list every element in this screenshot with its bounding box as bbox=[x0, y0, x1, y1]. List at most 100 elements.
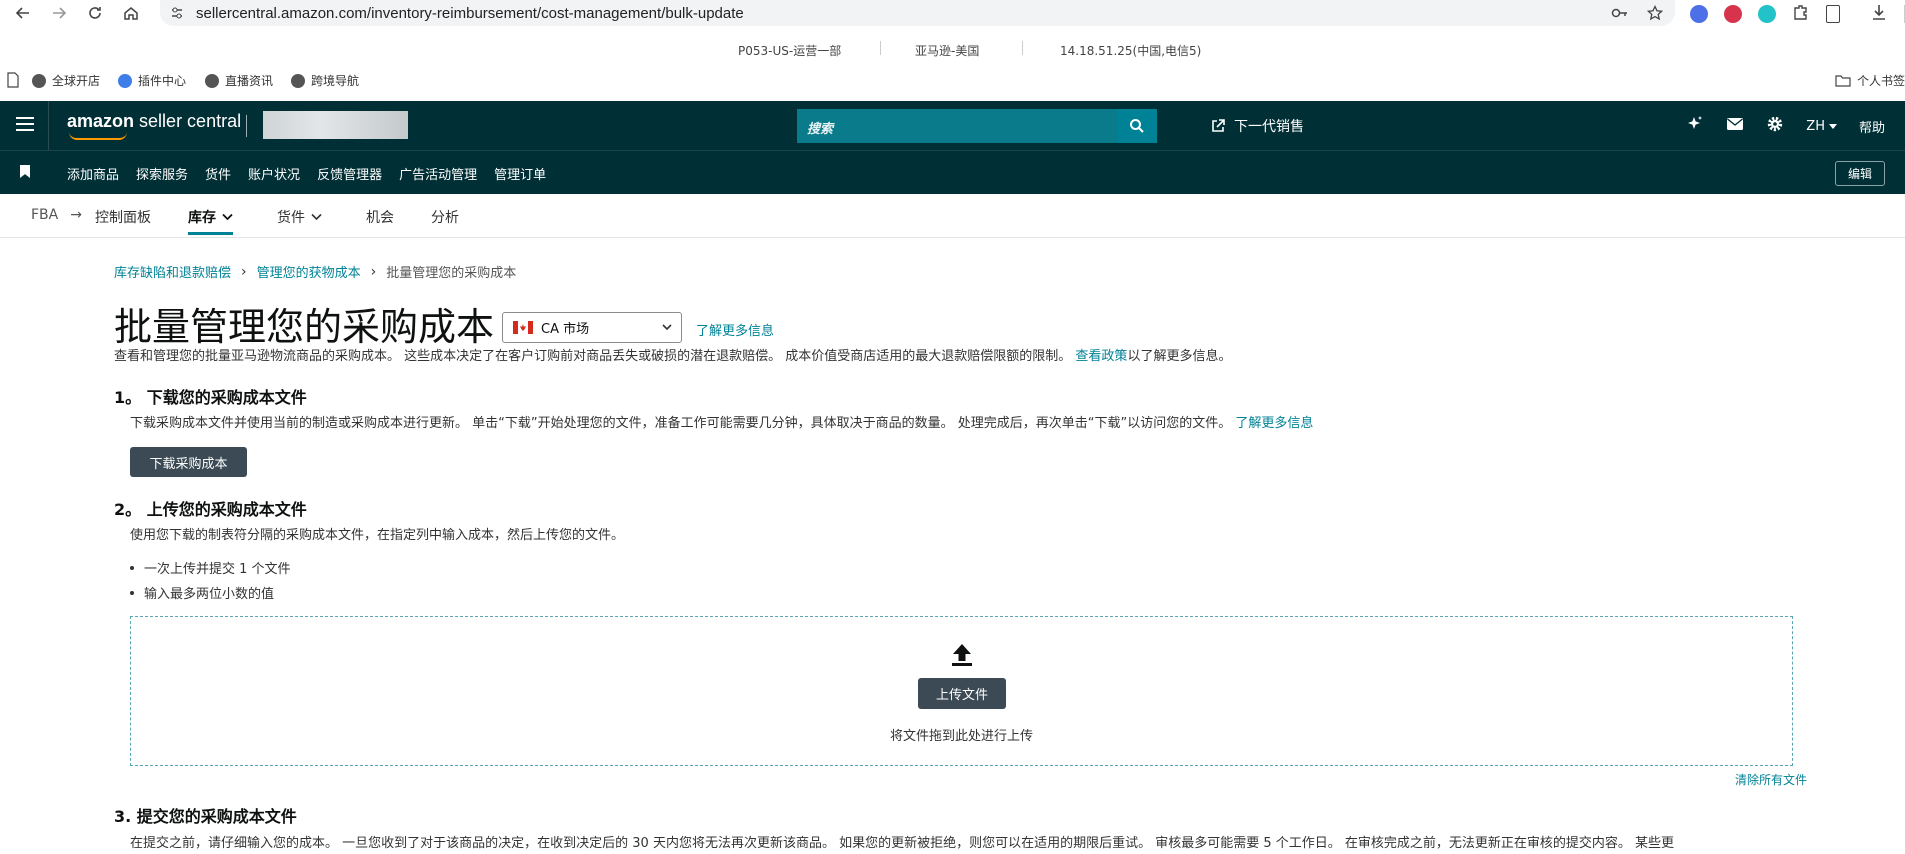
list-item: 输入最多两位小数的值 bbox=[130, 583, 291, 602]
next-gen-selling-link[interactable]: 下一代销售 bbox=[1210, 116, 1304, 136]
tab-dashboard[interactable]: 控制面板 bbox=[95, 207, 151, 227]
external-link-icon bbox=[1212, 119, 1225, 132]
step1-title: 1。 下载您的采购成本文件 bbox=[114, 388, 307, 407]
learn-more-link[interactable]: 了解更多信息 bbox=[696, 320, 774, 339]
arrow-right-icon: → bbox=[70, 207, 82, 223]
search-button[interactable] bbox=[1117, 109, 1157, 143]
globe-icon bbox=[205, 73, 219, 88]
account-switcher[interactable] bbox=[263, 111, 408, 139]
view-policy-link[interactable]: 查看政策 bbox=[1075, 349, 1127, 364]
description-text: 查看和管理您的批量亚马逊物流商品的采购成本。 这些成本决定了在客户订购前对商品丢… bbox=[114, 349, 1072, 364]
bookmark-item-plugins[interactable]: 插件中心 bbox=[118, 72, 186, 89]
bookmark-icon[interactable] bbox=[20, 165, 30, 178]
step3-title: 3. 提交您的采购成本文件 bbox=[114, 807, 297, 826]
mail-icon[interactable] bbox=[1726, 115, 1744, 137]
home-icon[interactable] bbox=[118, 0, 144, 26]
language-label: ZH bbox=[1806, 118, 1825, 134]
top-header: amazon seller central 搜索 下一代销售 ZH 帮助 bbox=[0, 101, 1905, 150]
bookmark-folder-personal[interactable]: 个人书签 bbox=[1835, 72, 1905, 89]
logo-divider bbox=[246, 115, 247, 137]
bookmarks-bar: 全球开店 插件中心 直播资讯 跨境导航 个人书签 bbox=[0, 70, 1905, 92]
subnav-add-product[interactable]: 添加商品 bbox=[67, 164, 119, 183]
chevron-right-icon: › bbox=[370, 263, 377, 280]
fba-tabs: FBA → 控制面板 库存 货件 机会 分析 bbox=[0, 194, 1905, 238]
address-bar[interactable]: sellercentral.amazon.com/inventory-reimb… bbox=[160, 0, 1675, 26]
extension-teal-icon[interactable] bbox=[1758, 5, 1776, 23]
chevron-down-icon bbox=[311, 213, 322, 221]
tab-analytics[interactable]: 分析 bbox=[431, 207, 459, 227]
download-icon[interactable] bbox=[1870, 3, 1888, 25]
chevron-down-icon bbox=[222, 213, 233, 221]
edit-nav-button[interactable]: 编辑 bbox=[1834, 161, 1885, 186]
site-settings-icon[interactable] bbox=[170, 6, 184, 20]
search-box[interactable]: 搜索 bbox=[797, 109, 1157, 143]
tab-fba[interactable]: FBA → bbox=[31, 207, 82, 223]
info-ip: 14.18.51.25(中国,电信5) bbox=[1060, 44, 1202, 58]
tab-label: 货件 bbox=[277, 210, 305, 226]
globe-icon bbox=[32, 73, 46, 88]
breadcrumb-current: 批量管理您的采购成本 bbox=[386, 266, 517, 281]
forward-icon[interactable] bbox=[46, 0, 72, 26]
marketplace-dropdown[interactable]: CA 市场 bbox=[502, 312, 682, 343]
step2-title: 2。 上传您的采购成本文件 bbox=[114, 500, 307, 519]
tab-search-icon[interactable] bbox=[1826, 5, 1840, 23]
language-selector[interactable]: ZH bbox=[1806, 119, 1837, 134]
tab-label: 库存 bbox=[188, 210, 216, 226]
subnav-account-health[interactable]: 账户状况 bbox=[248, 164, 300, 183]
bookmark-star-icon[interactable] bbox=[1646, 4, 1664, 25]
subnav-feedback-manager[interactable]: 反馈管理器 bbox=[317, 164, 382, 183]
info-account: P053-US-运营一部 bbox=[738, 44, 842, 58]
settings-gear-icon[interactable] bbox=[1766, 115, 1784, 137]
info-region: 亚马逊-美国 bbox=[915, 44, 980, 58]
chevron-right-icon: › bbox=[241, 263, 247, 280]
clear-all-files-link[interactable]: 清除所有文件 bbox=[1735, 771, 1807, 788]
tab-label: 控制面板 bbox=[95, 210, 151, 226]
seller-central-logo[interactable]: amazon seller central bbox=[67, 111, 241, 140]
download-cost-button[interactable]: 下载采购成本 bbox=[130, 447, 247, 477]
info-separator bbox=[880, 41, 881, 55]
upload-file-button[interactable]: 上传文件 bbox=[918, 678, 1006, 709]
bookmark-page-icon[interactable] bbox=[6, 72, 20, 88]
password-key-icon[interactable] bbox=[1611, 5, 1629, 25]
subnav-explore-services[interactable]: 探索服务 bbox=[136, 164, 188, 183]
tab-inventory[interactable]: 库存 bbox=[188, 207, 233, 235]
subnav-campaign-manager[interactable]: 广告活动管理 bbox=[399, 164, 477, 183]
tab-label: FBA bbox=[31, 207, 59, 223]
bookmark-label: 个人书签 bbox=[1857, 74, 1905, 88]
bookmark-label: 直播资讯 bbox=[225, 74, 274, 88]
subnav-shipments[interactable]: 货件 bbox=[205, 164, 231, 183]
description-tail: 以了解更多信息。 bbox=[1127, 349, 1232, 364]
next-gen-label: 下一代销售 bbox=[1234, 119, 1304, 135]
marketplace-value: CA 市场 bbox=[541, 322, 590, 337]
reload-icon[interactable] bbox=[82, 0, 108, 26]
step1-description: 下载采购成本文件并使用当前的制造或采购成本进行更新。 单击“下载”开始处理您的文… bbox=[130, 416, 1232, 431]
file-drop-zone[interactable]: 上传文件 将文件拖到此处进行上传 bbox=[130, 616, 1793, 766]
tab-opportunities[interactable]: 机会 bbox=[366, 207, 394, 227]
step1-learn-more-link[interactable]: 了解更多信息 bbox=[1235, 416, 1313, 431]
extension-red-icon[interactable] bbox=[1724, 5, 1742, 23]
chevron-down-icon bbox=[662, 324, 672, 331]
list-item: 一次上传并提交 1 个文件 bbox=[130, 558, 291, 577]
bookmark-item-global[interactable]: 全球开店 bbox=[32, 72, 100, 89]
upload-rules-list: 一次上传并提交 1 个文件 输入最多两位小数的值 bbox=[130, 558, 291, 608]
tab-shipments[interactable]: 货件 bbox=[277, 207, 322, 227]
breadcrumb-link[interactable]: 管理您的获物成本 bbox=[257, 262, 361, 281]
url-text[interactable]: sellercentral.amazon.com/inventory-reimb… bbox=[196, 5, 744, 22]
extension-blue-icon[interactable] bbox=[1690, 5, 1708, 23]
caret-down-icon bbox=[1828, 123, 1837, 129]
browser-toolbar: sellercentral.amazon.com/inventory-reimb… bbox=[0, 0, 1905, 26]
search-input[interactable]: 搜索 bbox=[797, 109, 1117, 143]
globe-icon bbox=[291, 73, 305, 88]
extensions-puzzle-icon[interactable] bbox=[1792, 3, 1810, 25]
breadcrumb-link[interactable]: 库存缺陷和退款赔偿 bbox=[114, 262, 231, 281]
back-icon[interactable] bbox=[10, 0, 36, 26]
amazon-smile-icon bbox=[69, 132, 127, 140]
bookmark-item-nav[interactable]: 跨境导航 bbox=[291, 72, 359, 89]
help-link[interactable]: 帮助 bbox=[1859, 117, 1885, 136]
bookmark-item-live[interactable]: 直播资讯 bbox=[205, 72, 273, 89]
menu-icon[interactable] bbox=[16, 117, 34, 131]
sparkle-icon[interactable] bbox=[1686, 115, 1704, 137]
subnav-manage-orders[interactable]: 管理订单 bbox=[494, 164, 546, 183]
breadcrumb: 库存缺陷和退款赔偿 › 管理您的获物成本 › 批量管理您的采购成本 bbox=[114, 262, 517, 282]
bookmark-label: 全球开店 bbox=[52, 74, 101, 88]
